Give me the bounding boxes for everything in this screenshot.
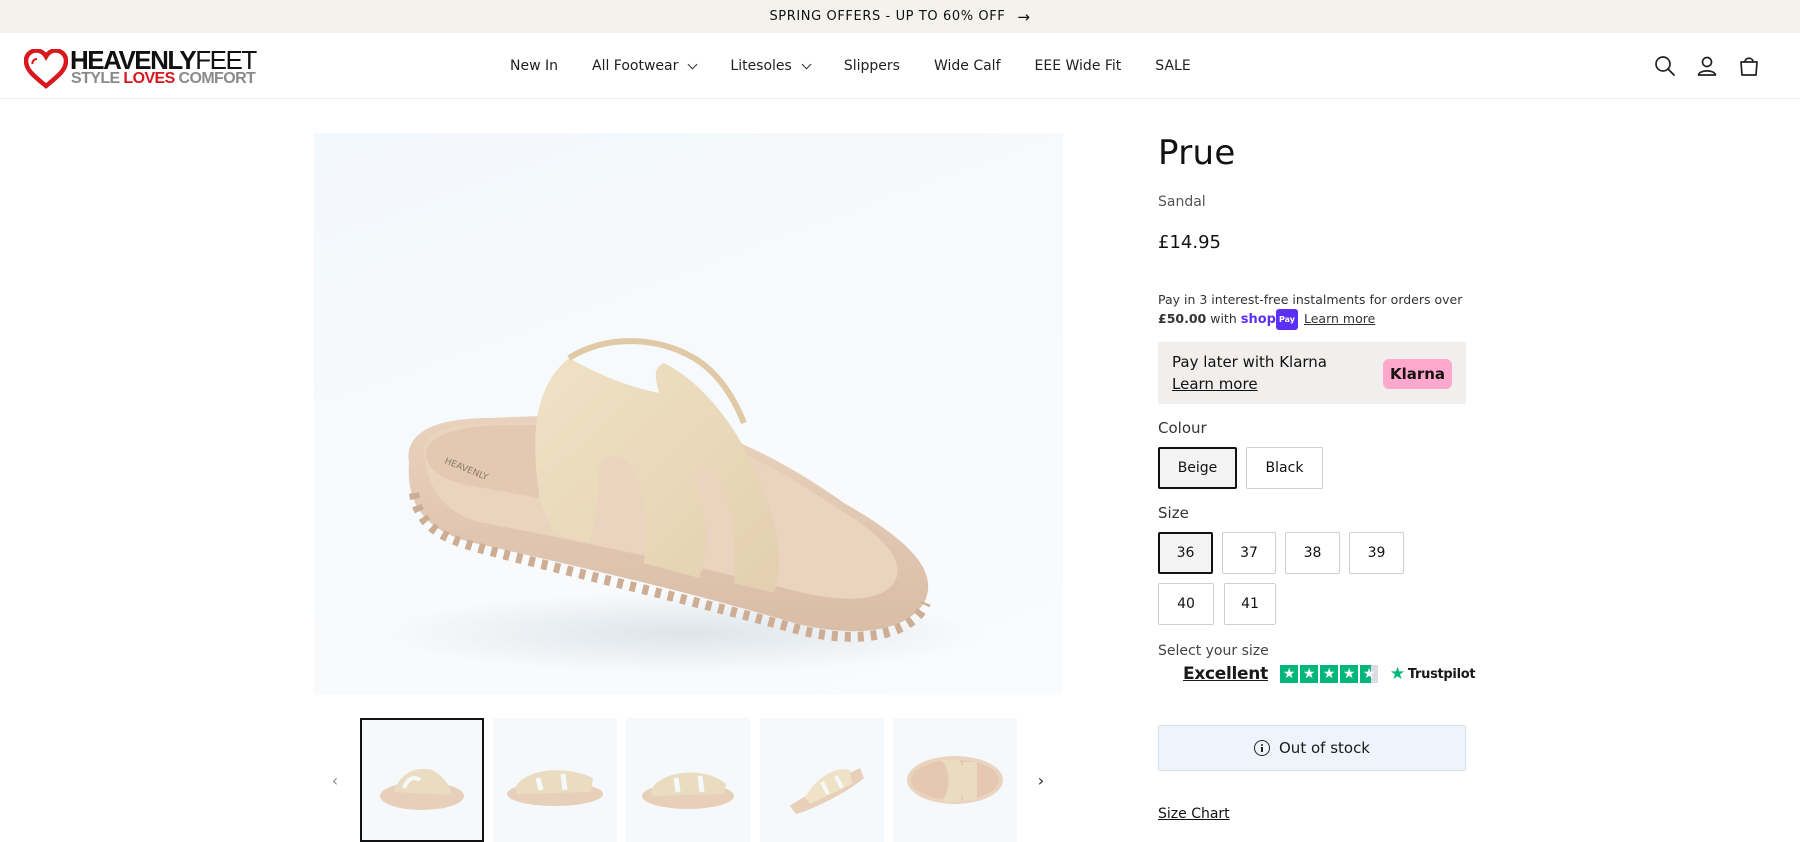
nav-label: Slippers [843,58,900,74]
heart-logo-icon [24,49,68,89]
trustpilot-stars: ★ ★ ★ ★ ★ [1279,664,1380,684]
shoppay-text: Pay in 3 interest-free instalments for o… [1158,292,1463,307]
size-label: Size [1158,504,1189,522]
shoppay-threshold: £50.00 [1158,311,1207,326]
thumbnail-image [907,756,1003,804]
info-icon [1254,740,1270,756]
nav-label: All Footwear [592,58,679,74]
star-icon: ★ [1279,664,1299,684]
klarna-learn-more-link[interactable]: Learn more [1172,375,1258,393]
account-icon[interactable] [1694,53,1720,79]
nav-item-sale[interactable]: SALE [1155,58,1190,74]
chevron-down-icon [687,59,698,69]
colour-option-beige[interactable]: Beige [1158,447,1237,489]
nav-label: Wide Calf [933,58,1001,74]
nav-label: EEE Wide Fit [1034,58,1122,74]
klarna-title: Pay later with Klarna [1172,353,1328,371]
thumbnail-image [507,770,603,806]
colour-label: Colour [1158,419,1207,437]
nav-item-new-in[interactable]: New In [510,58,558,74]
trustpilot-logo: ★ Trustpilot [1389,664,1476,684]
trustpilot-widget[interactable]: Excellent ★ ★ ★ ★ ★ ★ Trustpilot [1183,663,1476,685]
announcement-bar[interactable]: SPRING OFFERS - UP TO 60% OFF → [0,0,1800,33]
trustpilot-star-icon: ★ [1389,664,1405,684]
logo[interactable]: HEAVENLYFEET STYLE LOVES COMFORT [24,46,264,91]
thumbnail-image [790,768,864,814]
klarna-banner: Pay later with Klarna Learn more Klarna [1158,342,1466,404]
size-option-39[interactable]: 39 [1349,532,1404,574]
nav-item-litesoles[interactable]: Litesoles [730,58,812,74]
thumbnail[interactable] [893,718,1017,842]
search-icon[interactable] [1652,53,1678,79]
thumbnail-image [380,768,464,810]
thumbnail-image [642,772,734,809]
shoppay-installments: Pay in 3 interest-free instalments for o… [1158,290,1466,330]
colour-option-black[interactable]: Black [1246,447,1323,489]
nav-label: SALE [1155,58,1191,74]
out-of-stock-button[interactable]: Out of stock [1158,725,1466,771]
chevron-right-icon[interactable]: › [1031,770,1051,790]
announcement-text[interactable]: SPRING OFFERS - UP TO 60% OFF [769,9,1005,24]
cart-icon[interactable] [1736,53,1762,79]
size-option-37[interactable]: 37 [1222,532,1276,574]
product-main-image[interactable]: HEAVENLY [314,133,1063,695]
trustpilot-rating-word: Excellent [1183,664,1268,684]
nav-item-wide-calf[interactable]: Wide Calf [934,58,1001,74]
stock-status-label: Out of stock [1279,739,1370,757]
arrow-right-icon[interactable]: → [1017,8,1030,26]
star-icon: ★ [1319,664,1339,684]
site-header: HEAVENLYFEET STYLE LOVES COMFORT New In … [0,33,1800,99]
logo-tagline-loves: LOVES [123,70,175,87]
shoppay-with: with [1210,311,1237,326]
logo-tagline: STYLE LOVES COMFORT [71,70,256,87]
product-title: Prue [1158,133,1236,173]
product-vendor: Sandal [1158,194,1206,210]
star-icon: ★ [1339,664,1359,684]
select-size-hint: Select your size [1158,643,1269,659]
size-option-41[interactable]: 41 [1224,583,1276,625]
trustpilot-brand: Trustpilot [1407,666,1476,682]
product-price: £14.95 [1158,232,1221,253]
shoppay-pay-badge: Pay [1275,309,1298,330]
sandal-image: HEAVENLY [384,338,984,673]
nav-item-slippers[interactable]: Slippers [844,58,900,74]
size-option-38[interactable]: 38 [1285,532,1340,574]
size-option-36[interactable]: 36 [1158,532,1213,574]
chevron-left-icon[interactable]: ‹ [325,770,345,790]
logo-tagline-style: STYLE [71,70,124,87]
nav-label: New In [510,58,558,74]
nav-label: Litesoles [730,58,792,74]
shoppay-learn-more-link[interactable]: Learn more [1304,311,1375,326]
star-icon: ★ [1299,664,1319,684]
half-star-icon: ★ [1359,664,1379,684]
main-nav: New In All Footwear Litesoles Slippers W… [510,33,1225,99]
logo-tagline-comfort: COMFORT [174,70,256,87]
size-chart-link[interactable]: Size Chart [1158,806,1230,822]
shoppay-logo: shop [1240,312,1276,327]
thumbnail[interactable] [760,718,884,842]
chevron-down-icon [801,59,812,69]
header-icons [1636,33,1762,99]
nav-item-eee-wide-fit[interactable]: EEE Wide Fit [1035,58,1122,74]
thumbnail[interactable] [626,718,750,842]
klarna-logo: Klarna [1383,359,1452,389]
nav-item-all-footwear[interactable]: All Footwear [592,58,698,74]
size-option-40[interactable]: 40 [1158,583,1214,625]
thumbnail[interactable] [493,718,617,842]
thumbnail[interactable] [360,718,484,842]
